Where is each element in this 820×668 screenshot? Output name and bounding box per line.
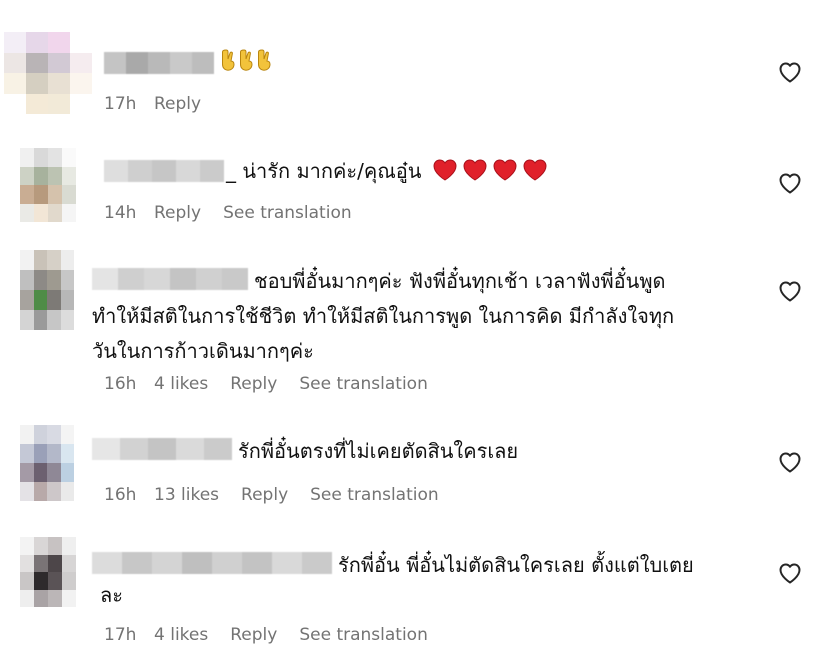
crossed-fingers-emoji xyxy=(240,49,253,71)
reply-button[interactable]: Reply xyxy=(154,203,201,223)
comment-meta: 16h 4 likes Reply See translation xyxy=(104,374,428,394)
see-translation-button[interactable]: See translation xyxy=(299,625,428,645)
blurred-username[interactable] xyxy=(104,160,224,182)
blurred-username[interactable] xyxy=(92,268,248,290)
comment-time: 17h xyxy=(104,625,137,645)
comment-text: _ น่ารัก มากค่ะ/คุณอู๋น xyxy=(226,154,548,189)
comment-text-line: รักพี่อั๋น พี่อั๋นไม่ตัดสินใครเลย ตั้งแต… xyxy=(338,553,694,577)
see-translation-button[interactable]: See translation xyxy=(310,485,439,505)
red-heart-emoji xyxy=(433,159,457,181)
heart-outline-icon[interactable] xyxy=(778,562,802,584)
blurred-username[interactable] xyxy=(104,52,214,74)
avatar[interactable] xyxy=(20,425,74,501)
likes-count[interactable]: 4 likes xyxy=(154,374,208,394)
previous-comment-fragment xyxy=(140,0,210,4)
likes-count[interactable]: 13 likes xyxy=(154,485,219,505)
comment-text-line: ทำให้มีสติในการใช้ชีวิต ทำให้มีสติในการพ… xyxy=(92,304,675,328)
reply-button[interactable]: Reply xyxy=(241,485,288,505)
red-heart-emoji xyxy=(463,159,487,181)
red-heart-emoji xyxy=(493,159,517,181)
comment-time: 16h xyxy=(104,485,137,505)
comment-time: 16h xyxy=(104,374,137,394)
comment-text-line: รักพี่อั๋นตรงที่ไม่เคยตัดสินใครเลย xyxy=(238,439,519,463)
comment-text xyxy=(220,45,274,80)
heart-outline-icon[interactable] xyxy=(778,451,802,473)
comment-text-line: วันในการก้าวเดินมากๆค่ะ xyxy=(92,339,314,363)
comment-text-content: _ น่ารัก มากค่ะ/คุณอู๋น xyxy=(226,159,422,183)
reply-button[interactable]: Reply xyxy=(230,374,277,394)
see-translation-button[interactable]: See translation xyxy=(223,203,352,223)
crossed-fingers-emoji xyxy=(222,49,235,71)
comment-meta: 16h 13 likes Reply See translation xyxy=(104,485,439,505)
comment-text-line: ละ xyxy=(100,583,123,607)
reply-button[interactable]: Reply xyxy=(154,94,201,114)
heart-outline-icon[interactable] xyxy=(778,61,802,83)
crossed-fingers-emoji xyxy=(258,49,271,71)
blurred-username[interactable] xyxy=(92,438,232,460)
reply-button[interactable]: Reply xyxy=(230,625,277,645)
comment-text-line: ชอบพี่อั๋นมากๆค่ะ ฟังพี่อั๋นทุกเช้า เวลา… xyxy=(254,269,666,293)
avatar[interactable] xyxy=(20,250,74,330)
avatar[interactable] xyxy=(20,148,76,222)
comment-meta: 17h Reply xyxy=(104,94,223,114)
see-translation-button[interactable]: See translation xyxy=(299,374,428,394)
heart-outline-icon[interactable] xyxy=(778,172,802,194)
avatar[interactable] xyxy=(4,32,92,114)
comment-meta: 14h Reply See translation xyxy=(104,203,352,223)
likes-count[interactable]: 4 likes xyxy=(154,625,208,645)
comment-time: 14h xyxy=(104,203,137,223)
comment-time: 17h xyxy=(104,94,137,114)
heart-outline-icon[interactable] xyxy=(778,280,802,302)
avatar[interactable] xyxy=(20,537,76,607)
blurred-username[interactable] xyxy=(92,552,332,574)
comment-meta: 17h 4 likes Reply See translation xyxy=(104,625,428,645)
red-heart-emoji xyxy=(523,159,547,181)
